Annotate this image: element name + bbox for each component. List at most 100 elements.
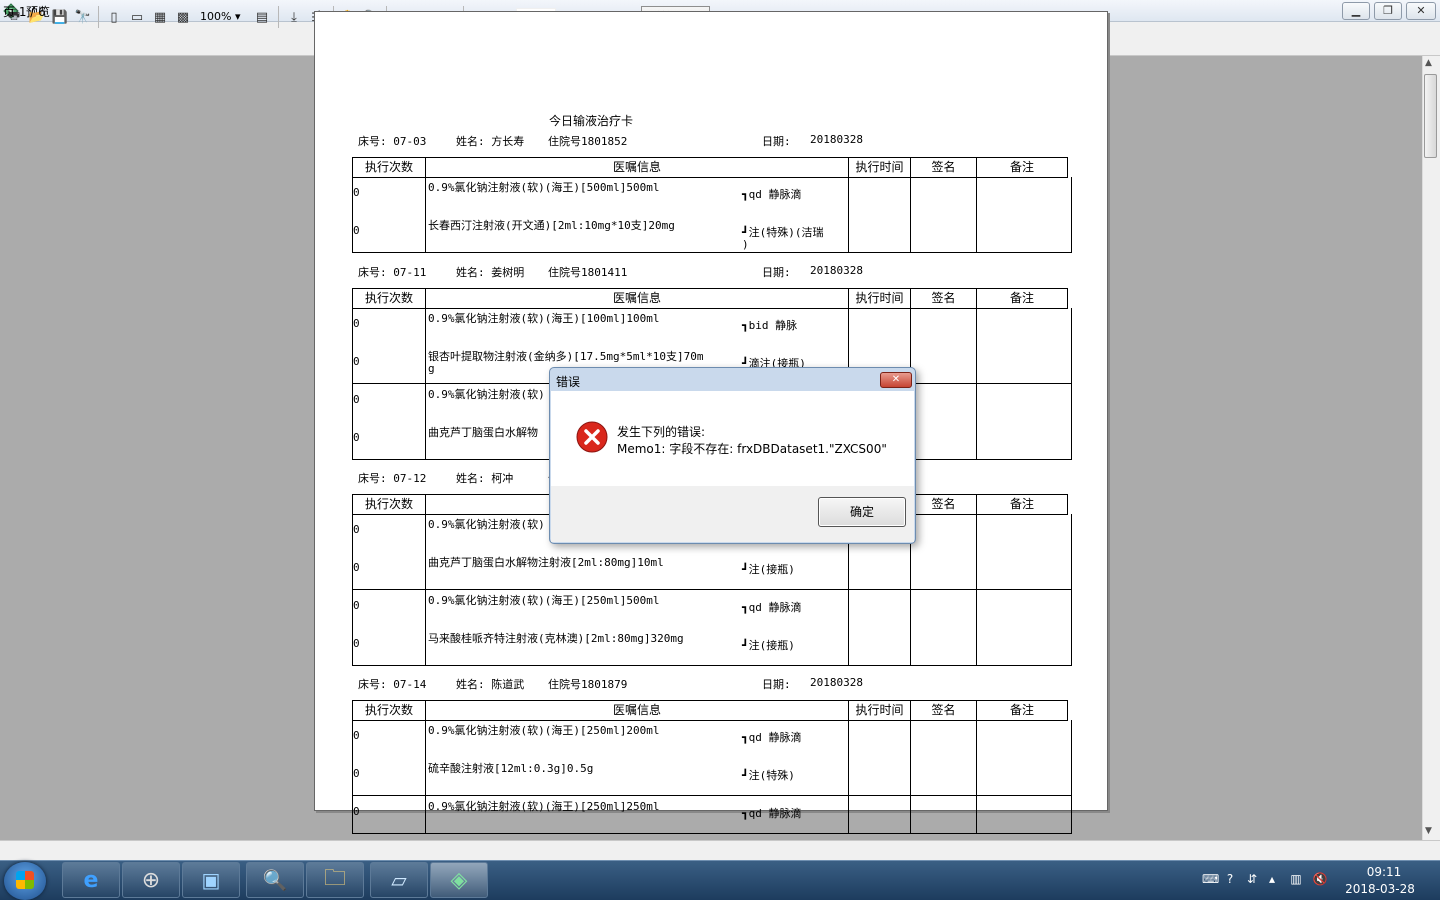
header-label: 备注 bbox=[1009, 703, 1034, 717]
table-header-cell: 医嘱信息 bbox=[425, 157, 849, 178]
table-cell bbox=[976, 796, 1072, 834]
scroll-down-icon[interactable]: ▼ bbox=[1425, 826, 1432, 836]
table-cell bbox=[910, 215, 977, 253]
drug-info: 0.9%氯化钠注射液(软)(海王)[250ml]500ml bbox=[428, 594, 660, 607]
clock-date[interactable]: 2018-03-28 bbox=[1344, 882, 1416, 896]
remote-desktop-icon: ▣ bbox=[201, 868, 221, 892]
taskbar-app-notes[interactable]: ▱ bbox=[370, 862, 428, 898]
bed-number: 床号: 07-03 bbox=[358, 135, 427, 148]
table-cell bbox=[352, 720, 426, 758]
chevron-down-icon: ▾ bbox=[234, 10, 241, 23]
save-icon[interactable]: 💾 bbox=[50, 7, 70, 27]
minimize-button[interactable]: ▁ bbox=[1342, 2, 1370, 20]
execution-count: 0 bbox=[353, 637, 360, 650]
header-label: 备注 bbox=[1009, 160, 1034, 174]
keyboard-icon[interactable]: ⌨ bbox=[1202, 872, 1219, 888]
table-header-cell: 签名 bbox=[910, 288, 977, 309]
zoom-select[interactable]: 100% ▾ bbox=[200, 8, 248, 26]
scroll-up-icon[interactable]: ▲ bbox=[1425, 58, 1432, 68]
network-icon[interactable]: ▥ bbox=[1288, 872, 1304, 888]
table-cell bbox=[976, 384, 1072, 422]
table-cell bbox=[976, 177, 1072, 215]
drug-info: 0.9%氯化钠注射液(软) bbox=[428, 518, 545, 531]
language-icon[interactable]: ⇵ bbox=[1244, 872, 1260, 888]
taskbar-app-sql[interactable]: 🔍 bbox=[246, 862, 304, 898]
table-cell bbox=[352, 215, 426, 253]
taskbar-preview-app[interactable]: ◈ bbox=[430, 862, 488, 898]
execution-count: 0 bbox=[353, 767, 360, 780]
error-message-detail: Memo1: 字段不存在: frxDBDataset1."ZXCS00" bbox=[617, 442, 887, 456]
table-cell bbox=[352, 552, 426, 590]
taskbar-app-remote[interactable]: ▣ bbox=[182, 862, 240, 898]
table-cell bbox=[352, 384, 426, 422]
patient-name: 姓名: 姜树明 bbox=[456, 266, 525, 279]
table-cell bbox=[848, 552, 911, 590]
table-header-cell: 签名 bbox=[910, 700, 977, 721]
taskbar-explorer[interactable]: 🗀 bbox=[306, 862, 364, 898]
table-cell bbox=[910, 796, 977, 834]
ok-button[interactable]: 确定 bbox=[818, 497, 906, 527]
one-page-icon[interactable]: ▯ bbox=[104, 7, 124, 27]
help-icon[interactable]: ? bbox=[1222, 872, 1238, 888]
table-cell bbox=[976, 590, 1072, 628]
patient-name: 姓名: 柯冲 bbox=[456, 472, 514, 485]
scrollbar-thumb[interactable] bbox=[1424, 74, 1437, 158]
taskbar-app-compass[interactable]: ⊕ bbox=[122, 862, 180, 898]
header-label: 签名 bbox=[931, 703, 956, 717]
two-pages-icon[interactable]: ▦ bbox=[150, 7, 170, 27]
taskbar-ie[interactable]: e bbox=[62, 862, 120, 898]
vertical-scrollbar[interactable] bbox=[1422, 56, 1440, 840]
table-cell bbox=[976, 346, 1072, 384]
table-cell bbox=[910, 514, 977, 552]
drug-info: 硫辛酸注射液[12ml:0.3g]0.5g bbox=[428, 762, 594, 775]
route-info: ┓bid 静脉 bbox=[742, 319, 798, 332]
status-bar bbox=[0, 840, 1440, 860]
table-cell bbox=[976, 628, 1072, 666]
table-cell bbox=[910, 346, 977, 384]
page-width-icon[interactable]: ▭ bbox=[127, 7, 147, 27]
bed-number: 床号: 07-11 bbox=[358, 266, 427, 279]
drug-info: 0.9%氯化钠注射液(软)(海王)[500ml]500ml bbox=[428, 181, 660, 194]
page-setup-icon[interactable]: ⤓ bbox=[284, 7, 304, 27]
header-label: 签名 bbox=[931, 160, 956, 174]
header-label: 执行时间 bbox=[855, 291, 904, 305]
table-cell bbox=[848, 215, 911, 253]
report-title: 今日输液治疗卡 bbox=[549, 114, 634, 128]
outline-icon[interactable]: ▤ bbox=[252, 7, 272, 27]
table-cell bbox=[976, 758, 1072, 796]
execution-count: 0 bbox=[353, 224, 360, 237]
table-cell bbox=[352, 590, 426, 628]
windows-logo-icon bbox=[16, 871, 34, 889]
header-label: 执行次数 bbox=[364, 160, 413, 174]
date-label: 日期: bbox=[762, 266, 791, 279]
show-hidden-icons-icon[interactable]: ▴ bbox=[1264, 872, 1280, 888]
find-icon[interactable]: 🔭 bbox=[73, 7, 93, 27]
error-icon bbox=[576, 421, 608, 453]
header-label: 执行次数 bbox=[364, 291, 413, 305]
header-label: 签名 bbox=[931, 497, 956, 511]
date-label: 日期: bbox=[762, 678, 791, 691]
multi-pages-icon[interactable]: ▩ bbox=[173, 7, 193, 27]
execution-count: 0 bbox=[353, 561, 360, 574]
drug-info: 银杏叶提取物注射液(金纳多)[17.5mg*5ml*10支]70m bbox=[428, 350, 704, 363]
bed-number: 床号: 07-12 bbox=[358, 472, 427, 485]
folder-icon: 🗀 bbox=[323, 866, 346, 891]
toolbar-separator bbox=[278, 6, 279, 28]
patient-name: 姓名: 方长寿 bbox=[456, 135, 525, 148]
route-info: ┓qd 静脉滴 bbox=[742, 601, 802, 614]
clock-time[interactable]: 09:11 bbox=[1364, 865, 1404, 879]
table-header-cell: 备注 bbox=[976, 288, 1068, 309]
volume-muted-icon[interactable]: 🔇 bbox=[1312, 872, 1328, 888]
execution-count: 0 bbox=[353, 599, 360, 612]
table-cell bbox=[976, 215, 1072, 253]
table-cell bbox=[352, 758, 426, 796]
restore-button[interactable]: ❐ bbox=[1374, 2, 1402, 20]
table-cell bbox=[910, 422, 977, 460]
close-window-button[interactable]: ✕ bbox=[1406, 2, 1436, 20]
dialog-close-button[interactable]: ✕ bbox=[880, 372, 912, 388]
table-header-cell: 备注 bbox=[976, 494, 1068, 515]
route-info: ┓qd 静脉滴 bbox=[742, 807, 802, 820]
table-cell bbox=[352, 514, 426, 552]
route-info-cont: ) bbox=[742, 238, 749, 251]
table-cell bbox=[848, 758, 911, 796]
